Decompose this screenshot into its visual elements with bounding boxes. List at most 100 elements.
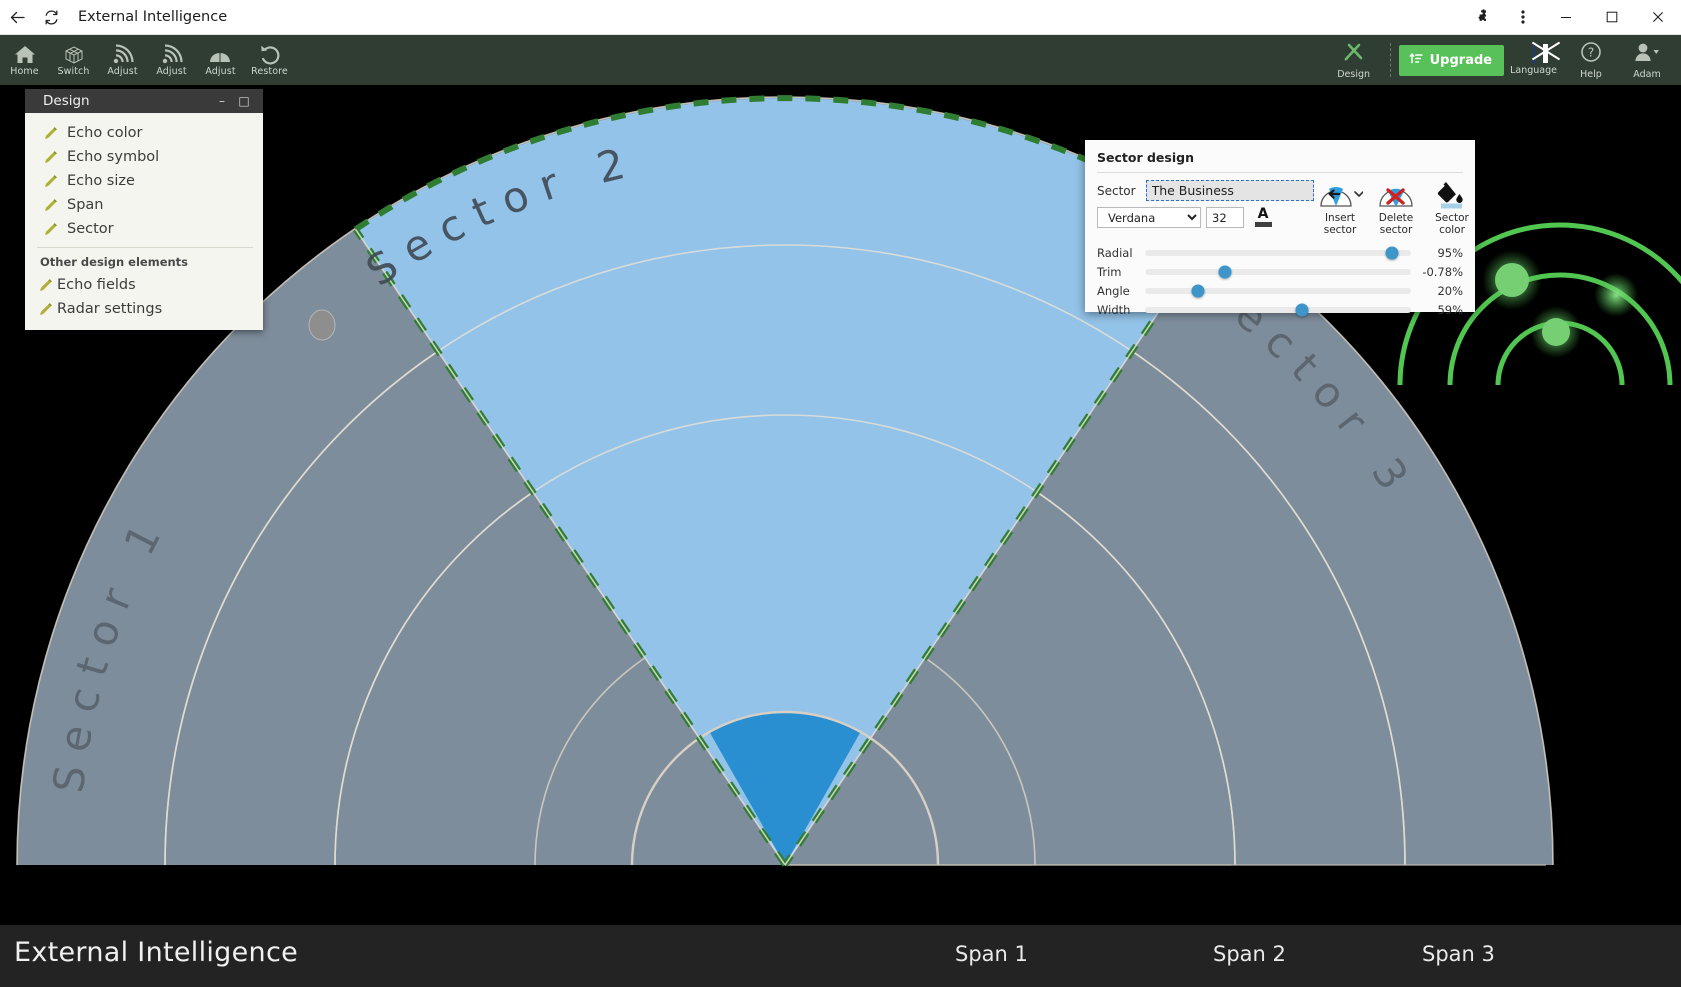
span-label-3[interactable]: Span 3 (1422, 942, 1495, 966)
ribbon-item-adjust-1[interactable]: Adjust (98, 35, 147, 85)
insert-sector-button[interactable]: Insert sector (1315, 180, 1365, 236)
delete-sector-icon (1376, 180, 1416, 210)
handle-sector-start[interactable] (308, 309, 336, 341)
ribbon-item-adjust-3[interactable]: Adjust (196, 35, 245, 85)
design-window-minimize[interactable]: – (211, 94, 233, 108)
insert-sector-icon (1317, 180, 1363, 210)
window-title: External Intelligence (78, 9, 228, 25)
ribbon-item-help[interactable]: ? Help (1563, 35, 1619, 85)
design-item-span[interactable]: Span (25, 193, 263, 217)
slider-row-width: Width 59% (1097, 300, 1463, 319)
ribbon-item-design[interactable]: Design (1326, 35, 1382, 85)
design-window-title: Design (43, 93, 90, 109)
design-item-echo-size[interactable]: Echo size (25, 169, 263, 193)
design-window-titlebar[interactable]: Design – □ (25, 89, 263, 113)
app-ribbon: Home Switch Adjust Adjust Adjust Restore… (0, 35, 1681, 85)
svg-text:?: ? (1588, 45, 1594, 59)
span-label-2[interactable]: Span 2 (1213, 942, 1286, 966)
ribbon-item-language[interactable]: Language (1504, 35, 1563, 85)
slider-track-trim[interactable] (1145, 265, 1411, 278)
sector-color-button[interactable]: Sector color (1427, 180, 1477, 236)
sector-design-dialog: Sector design Sector Verdana A (1085, 140, 1477, 317)
font-family-select[interactable]: Verdana (1097, 207, 1201, 228)
design-item-label: Sector (67, 221, 114, 237)
paint-bucket-icon (1435, 180, 1469, 210)
design-item-label: Echo fields (57, 277, 136, 293)
span-label-1[interactable]: Span 1 (955, 942, 1028, 966)
font-color-swatch (1254, 222, 1272, 227)
delete-sector-label: Delete sector (1378, 212, 1414, 236)
question-circle-icon: ? (1580, 41, 1602, 67)
font-size-input[interactable] (1206, 207, 1244, 228)
close-button[interactable] (1635, 0, 1681, 35)
person-icon (1632, 41, 1662, 67)
upgrade-list-icon (1409, 51, 1424, 70)
slider-track-radial[interactable] (1145, 246, 1411, 259)
maximize-button[interactable] (1589, 0, 1635, 35)
insert-sector-label: Insert sector (1323, 212, 1357, 236)
sector-sliders: Radial 95% Trim -0.78% Angle 20% Width 5… (1085, 236, 1475, 319)
pencil-icon (38, 302, 53, 317)
undo-arrow-icon (258, 43, 282, 65)
slider-row-trim: Trim -0.78% (1097, 262, 1463, 281)
delete-sector-button[interactable]: Delete sector (1371, 180, 1421, 236)
ribbon-label-user: Adam (1633, 68, 1661, 80)
slider-knob-trim[interactable] (1218, 265, 1232, 278)
design-item-label: Echo size (67, 173, 135, 189)
ribbon-label-restore: Restore (251, 66, 288, 77)
design-other-heading: Other design elements (40, 255, 189, 269)
slider-value-width: 59% (1437, 302, 1463, 317)
window-title-bar: External Intelligence (0, 0, 1681, 35)
ribbon-label-home: Home (10, 66, 39, 77)
design-item-label: Echo symbol (67, 149, 160, 165)
ribbon-divider (1389, 43, 1391, 77)
slider-value-radial: 95% (1437, 245, 1463, 260)
slider-track-angle[interactable] (1145, 284, 1411, 297)
signal-waves-icon (160, 43, 184, 65)
design-window-maximize[interactable]: □ (233, 94, 255, 108)
sector-color-label: Sector color (1435, 212, 1469, 236)
kebab-menu-icon[interactable] (1503, 0, 1543, 35)
ribbon-label-adjust-3: Adjust (205, 66, 236, 77)
design-item-echo-fields[interactable]: Echo fields (25, 273, 263, 297)
design-item-echo-color[interactable]: Echo color (25, 121, 263, 145)
ribbon-item-user[interactable]: Adam (1619, 35, 1675, 85)
ribbon-item-home[interactable]: Home (0, 35, 49, 85)
sector-design-title: Sector design (1097, 150, 1194, 165)
refresh-icon[interactable] (34, 0, 68, 35)
slider-knob-width[interactable] (1295, 303, 1309, 316)
sector-name-label: Sector (1097, 183, 1136, 198)
app-name-label: External Intelligence (14, 937, 298, 968)
slider-row-angle: Angle 20% (1097, 281, 1463, 300)
slider-knob-angle[interactable] (1191, 284, 1205, 297)
slider-track-width[interactable] (1145, 303, 1411, 316)
ribbon-item-switch[interactable]: Switch (49, 35, 98, 85)
upgrade-button[interactable]: Upgrade (1398, 44, 1505, 76)
pencil-icon (38, 278, 53, 293)
font-color-glyph: A (1257, 206, 1269, 222)
ribbon-item-adjust-2[interactable]: Adjust (147, 35, 196, 85)
ribbon-label-adjust-2: Adjust (156, 66, 187, 77)
slider-knob-radial[interactable] (1385, 246, 1399, 259)
signal-waves-icon (111, 43, 135, 65)
puzzle-icon[interactable] (1463, 0, 1503, 35)
pencil-icon (43, 126, 58, 141)
pencil-icon (43, 198, 58, 213)
slider-label-radial: Radial (1097, 245, 1133, 260)
sector-name-input[interactable] (1145, 180, 1314, 201)
pencil-icon (43, 222, 58, 237)
pencil-ruler-icon (1342, 41, 1366, 67)
ribbon-label-switch: Switch (57, 66, 90, 77)
back-arrow-icon[interactable] (0, 0, 34, 35)
pencil-icon (43, 174, 58, 189)
home-icon (13, 43, 37, 65)
design-item-sector[interactable]: Sector (25, 217, 263, 241)
design-item-label: Echo color (67, 125, 143, 141)
design-item-echo-symbol[interactable]: Echo symbol (25, 145, 263, 169)
minimize-button[interactable] (1543, 0, 1589, 35)
ribbon-label-adjust-1: Adjust (107, 66, 138, 77)
design-item-radar-settings[interactable]: Radar settings (25, 297, 263, 321)
ribbon-item-restore[interactable]: Restore (245, 35, 294, 85)
slider-label-angle: Angle (1097, 283, 1130, 298)
font-color-button[interactable]: A (1252, 206, 1274, 227)
